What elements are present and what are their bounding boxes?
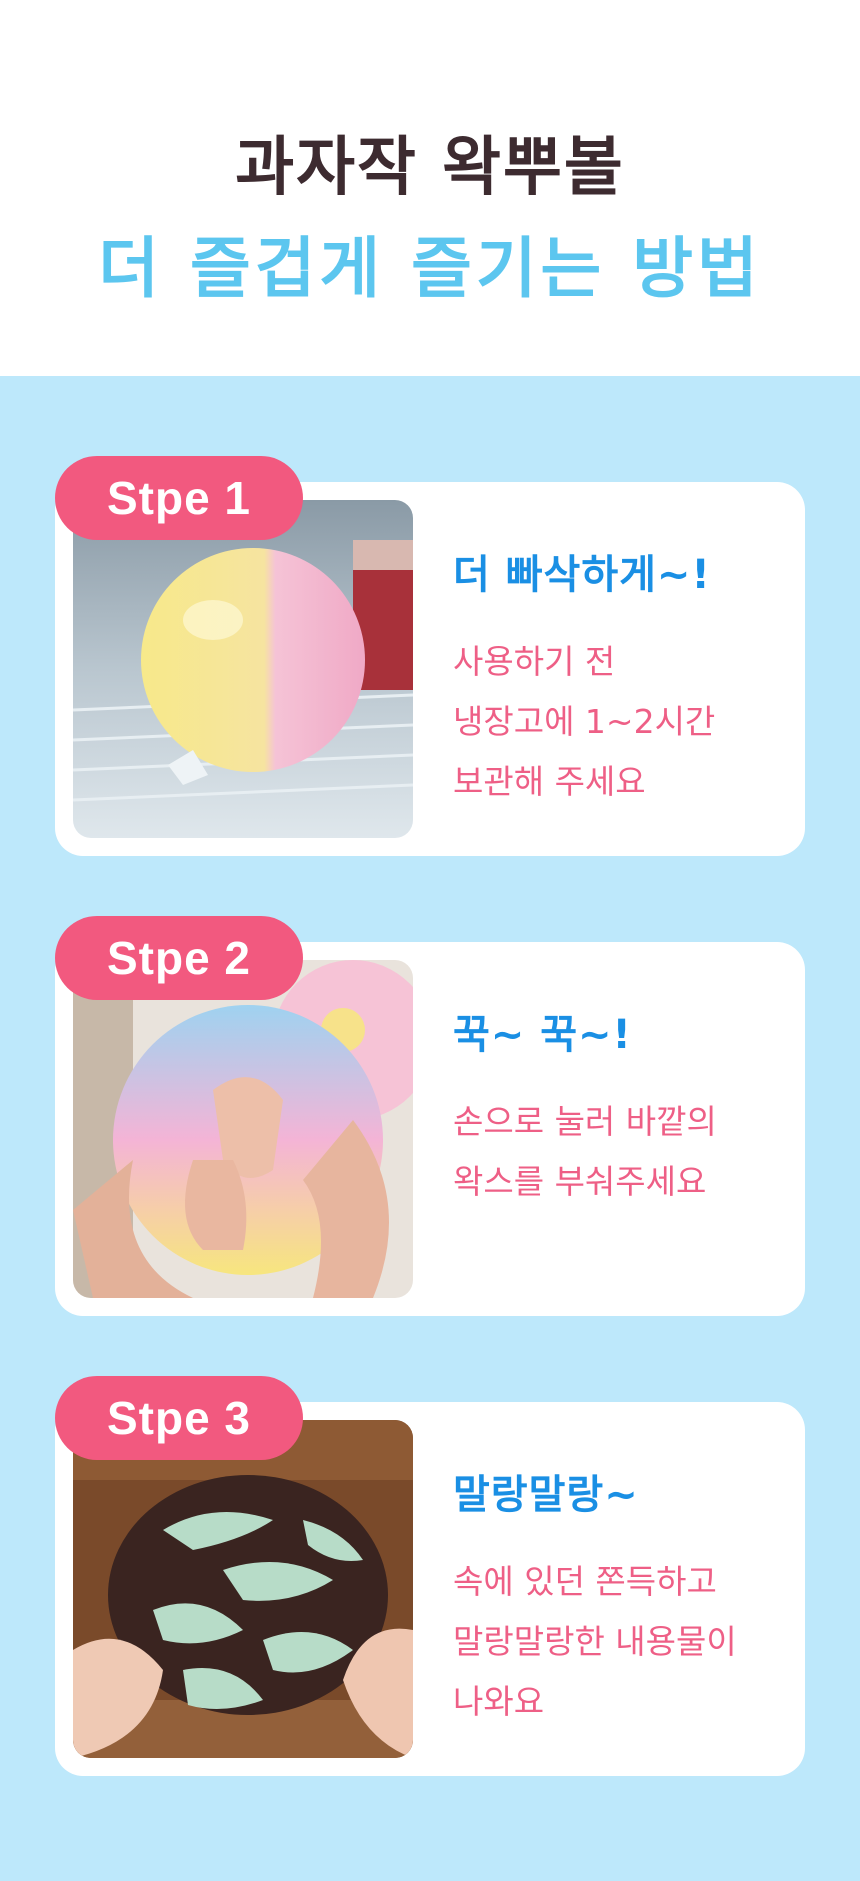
page-header: 과자작 왁뿌볼 더 즐겁게 즐기는 방법 <box>0 0 860 376</box>
step-3-description: 속에 있던 쫀득하고 말랑말랑한 내용물이 나와요 <box>453 1552 783 1732</box>
step-3-photo <box>73 1420 413 1758</box>
step-2-description: 손으로 눌러 바깥의 왁스를 부숴주세요 <box>453 1092 783 1212</box>
step-card-3: Stpe 3 말랑말랑~ 속에 있던 쫀득하고 말랑말랑한 내용물이 나와요 <box>55 1376 805 1776</box>
step-3-badge: Stpe 3 <box>55 1376 303 1460</box>
step-1-heading: 더 빠삭하게~! <box>453 552 711 598</box>
step-2-heading: 꾹~ 꾹~! <box>453 1012 632 1058</box>
step-1-line-2: 냉장고에 1~2시간 <box>453 702 716 741</box>
step-3-line-3: 나와요 <box>453 1682 545 1721</box>
step-3-heading: 말랑말랑~ <box>453 1472 639 1518</box>
step-2-badge: Stpe 2 <box>55 916 303 1000</box>
step-1-line-1: 사용하기 전 <box>453 642 616 681</box>
step-2-line-1: 손으로 눌러 바깥의 <box>453 1102 717 1141</box>
page-subtitle: 더 즐겁게 즐기는 방법 <box>98 230 762 307</box>
step-3-line-1: 속에 있던 쫀득하고 <box>453 1562 717 1601</box>
step-2-photo <box>73 960 413 1298</box>
step-1-line-3: 보관해 주세요 <box>453 762 646 801</box>
step-3-line-2: 말랑말랑한 내용물이 <box>453 1622 737 1661</box>
step-2-line-2: 왁스를 부숴주세요 <box>453 1162 707 1201</box>
step-1-photo <box>73 500 413 838</box>
step-card-2: Stpe 2 꾹~ 꾹~! 손으로 눌러 바깥의 왁스를 부숴주세요 <box>55 916 805 1316</box>
step-card-1: Stpe 1 더 빠삭하게~! 사용하기 전 냉장고에 1~2시간 보관해 주세… <box>55 456 805 856</box>
step-1-badge: Stpe 1 <box>55 456 303 540</box>
page-title: 과자작 왁뿌볼 <box>235 131 625 205</box>
step-1-description: 사용하기 전 냉장고에 1~2시간 보관해 주세요 <box>453 632 783 812</box>
